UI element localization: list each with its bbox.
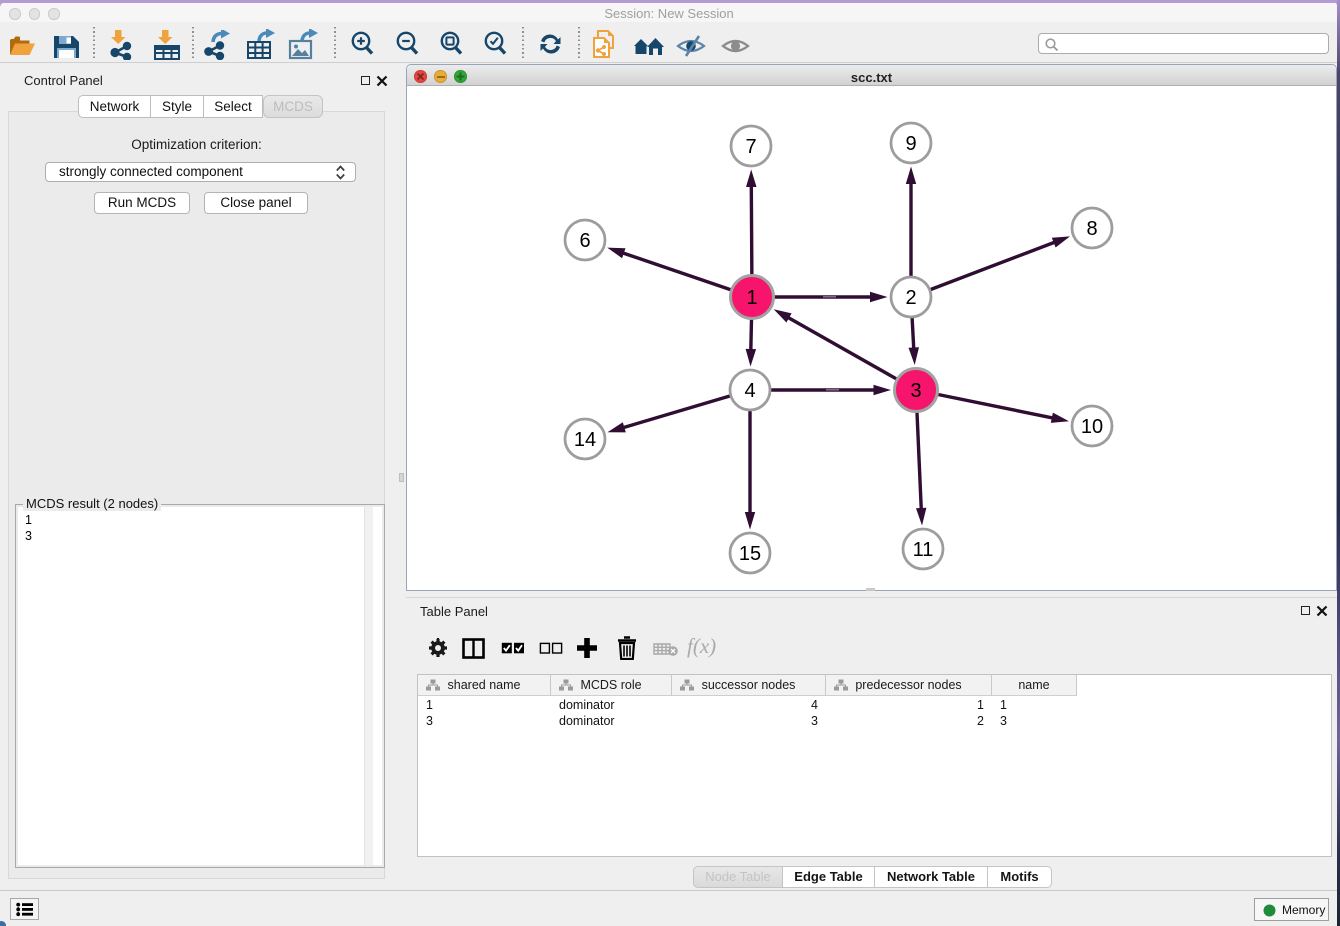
svg-text:4: 4: [744, 380, 755, 402]
svg-text:7: 7: [745, 136, 756, 158]
svg-text:10: 10: [1081, 416, 1103, 438]
svg-text:9: 9: [905, 133, 916, 155]
svg-text:3: 3: [910, 380, 921, 402]
svg-text:11: 11: [913, 539, 934, 561]
svg-text:2: 2: [905, 287, 916, 309]
svg-text:8: 8: [1086, 218, 1097, 240]
svg-text:6: 6: [579, 230, 590, 252]
svg-text:15: 15: [739, 543, 761, 565]
svg-text:1: 1: [746, 287, 757, 309]
svg-text:14: 14: [574, 429, 596, 451]
